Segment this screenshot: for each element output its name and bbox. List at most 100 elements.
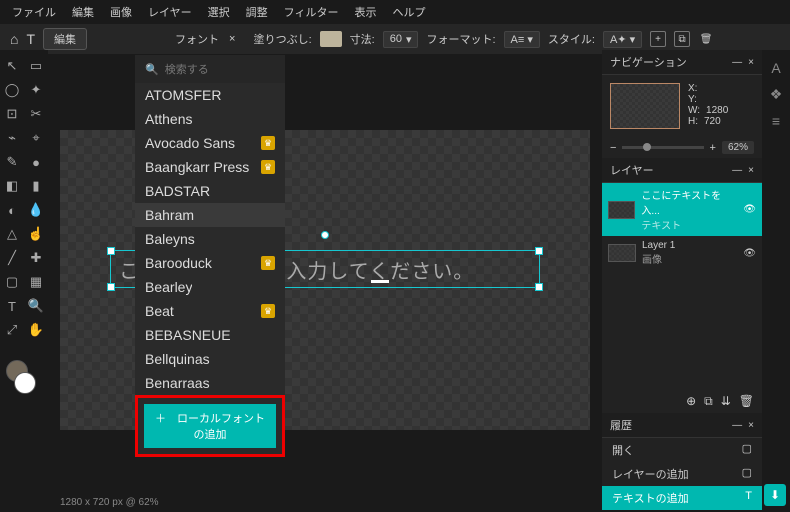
shape-tool[interactable]: ▢ <box>0 270 24 294</box>
close-icon[interactable]: × <box>748 165 754 176</box>
menubar: ファイル編集画像レイヤー選択調整フィルター表示ヘルプ <box>0 0 790 24</box>
font-item[interactable]: BEBASNEUE <box>135 323 285 347</box>
close-icon[interactable]: × <box>229 33 235 45</box>
blur-tool[interactable]: 💧 <box>24 198 48 222</box>
marquee-tool[interactable]: ▭ <box>24 54 48 78</box>
crop-tool[interactable]: ⊡ <box>0 102 24 126</box>
font-item[interactable]: Barooduck♛ <box>135 251 285 275</box>
fill-tool[interactable]: ▮ <box>24 174 48 198</box>
heal-tool[interactable]: ✚ <box>24 246 48 270</box>
layer-item[interactable]: Layer 1画像👁 <box>602 236 762 270</box>
adjust-panel-icon[interactable]: ≡ <box>772 113 780 129</box>
clone-tool[interactable]: ⌖ <box>24 126 48 150</box>
font-item[interactable]: Bearley <box>135 275 285 299</box>
font-search[interactable]: 🔍 検索する <box>135 55 285 83</box>
pen-tool[interactable]: ✎ <box>0 150 24 174</box>
menu-ファイル[interactable]: ファイル <box>12 4 56 20</box>
font-item[interactable]: Benarraas <box>135 371 285 395</box>
font-item[interactable]: Bahram <box>135 203 285 227</box>
history-item[interactable]: 開く▢ <box>602 438 762 462</box>
delete-layer-icon[interactable]: 🗑 <box>739 394 754 409</box>
fill-label: 塗りつぶし: <box>253 31 311 47</box>
font-item[interactable]: Avocado Sans♛ <box>135 131 285 155</box>
minimize-icon[interactable]: — <box>732 420 742 431</box>
menu-フィルター[interactable]: フィルター <box>284 4 339 20</box>
close-icon[interactable]: × <box>748 420 754 431</box>
smudge-tool[interactable]: ☝ <box>24 222 48 246</box>
text-tool-icon[interactable]: T <box>26 31 35 47</box>
sharpen-tool[interactable]: △ <box>0 222 24 246</box>
zoom-out-icon[interactable]: − <box>610 142 616 154</box>
eyedropper-tool[interactable]: ⤢ <box>0 318 24 342</box>
visibility-icon[interactable]: 👁 <box>743 204 756 215</box>
style-select[interactable]: A✦ ▾ <box>603 31 642 48</box>
text-panel-icon[interactable]: A <box>771 60 780 76</box>
gradient-tool[interactable]: ◐ <box>0 198 24 222</box>
frame-tool[interactable]: ▦ <box>24 270 48 294</box>
visibility-icon[interactable]: 👁 <box>743 248 756 259</box>
cut-tool[interactable]: ✂ <box>24 102 48 126</box>
add-layer-icon[interactable]: ⊕ <box>686 394 696 409</box>
menu-ヘルプ[interactable]: ヘルプ <box>392 4 425 20</box>
font-item[interactable]: BADSTAR <box>135 179 285 203</box>
marker-tool[interactable]: ● <box>24 150 48 174</box>
layer-actions: ⊕ ⧉ ⇊ 🗑 <box>602 390 762 413</box>
trash-icon[interactable]: 🗑 <box>698 31 714 47</box>
history-item[interactable]: レイヤーの追加▢ <box>602 462 762 486</box>
zoom-slider[interactable]: − + 62% <box>602 137 762 158</box>
font-item[interactable]: ATOMSFER <box>135 83 285 107</box>
menu-表示[interactable]: 表示 <box>354 4 376 20</box>
merge-layer-icon[interactable]: ⇊ <box>721 394 731 409</box>
zoom-tool[interactable]: 🔍 <box>24 294 48 318</box>
erase-tool[interactable]: ◧ <box>0 174 24 198</box>
font-item[interactable]: Baangkarr Press♛ <box>135 155 285 179</box>
nav-thumbnail[interactable] <box>610 83 680 129</box>
font-list[interactable]: ATOMSFERAtthensAvocado Sans♛Baangkarr Pr… <box>135 83 285 395</box>
font-item[interactable]: Atthens <box>135 107 285 131</box>
copy-icon[interactable]: ⧉ <box>674 31 690 47</box>
status-bar: 1280 x 720 px @ 62% <box>60 497 159 508</box>
duplicate-layer-icon[interactable]: ⧉ <box>704 394 713 409</box>
layer-item[interactable]: ここにテキストを入...テキスト👁 <box>602 183 762 236</box>
close-icon[interactable]: × <box>748 57 754 68</box>
liquify-tool[interactable]: ⌁ <box>0 126 24 150</box>
menu-画像[interactable]: 画像 <box>110 4 132 20</box>
text-tool[interactable]: T <box>0 294 24 318</box>
edit-button[interactable]: 編集 <box>43 28 87 50</box>
handle-rotate[interactable] <box>321 231 329 239</box>
fill-swatch[interactable] <box>320 31 342 47</box>
home-icon[interactable]: ⌂ <box>10 31 18 47</box>
menu-選択[interactable]: 選択 <box>208 4 230 20</box>
zoom-in-icon[interactable]: + <box>710 142 716 154</box>
zoom-value[interactable]: 62% <box>722 141 754 154</box>
color-swatches[interactable] <box>6 360 36 394</box>
menu-調整[interactable]: 調整 <box>246 4 268 20</box>
add-local-font-button[interactable]: ＋ ローカルフォントの追加 <box>144 404 276 448</box>
minimize-icon[interactable]: — <box>732 165 742 176</box>
handle-br[interactable] <box>535 283 543 291</box>
font-item[interactable]: Bellquinas <box>135 347 285 371</box>
layers-title: レイヤー <box>610 162 654 178</box>
font-tab[interactable]: フォント × <box>175 31 235 47</box>
add-icon[interactable]: + <box>650 31 666 47</box>
tool-palette: ↖▭ ◯✦ ⊡✂ ⌁⌖ ✎● ◧▮ ◐💧 △☝ ╱✚ ▢▦ T🔍 ⤢✋ <box>0 50 48 346</box>
minimize-icon[interactable]: — <box>732 57 742 68</box>
handle-tl[interactable] <box>107 247 115 255</box>
menu-レイヤー[interactable]: レイヤー <box>148 4 192 20</box>
font-item[interactable]: Baleyns <box>135 227 285 251</box>
handle-bl[interactable] <box>107 283 115 291</box>
font-item[interactable]: Beat♛ <box>135 299 285 323</box>
wand-tool[interactable]: ✦ <box>24 78 48 102</box>
layers-panel-icon[interactable]: ❖ <box>770 86 783 103</box>
lasso-tool[interactable]: ◯ <box>0 78 24 102</box>
hand-tool[interactable]: ✋ <box>24 318 48 342</box>
format-select[interactable]: A≡ ▾ <box>504 31 540 48</box>
brush-tool[interactable]: ╱ <box>0 246 24 270</box>
background-color[interactable] <box>14 372 36 394</box>
download-button[interactable]: ⬇ <box>764 484 786 506</box>
history-item[interactable]: テキストの追加T <box>602 486 762 510</box>
handle-tr[interactable] <box>535 247 543 255</box>
size-select[interactable]: 60▾ <box>383 31 419 48</box>
move-tool[interactable]: ↖ <box>0 54 24 78</box>
menu-編集[interactable]: 編集 <box>72 4 94 20</box>
